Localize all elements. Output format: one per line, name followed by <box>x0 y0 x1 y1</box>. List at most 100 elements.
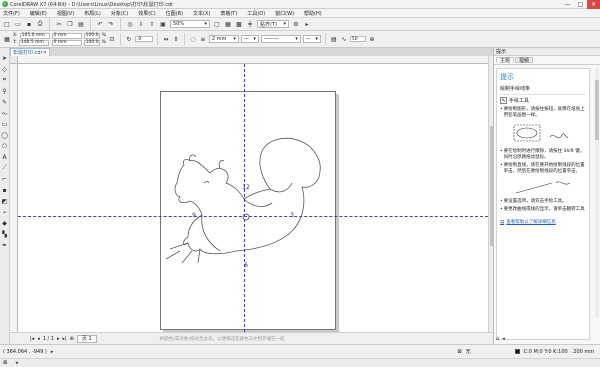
prev-page-icon[interactable]: ◂ <box>37 336 40 342</box>
drop-shadow-icon[interactable]: ▪ <box>1 186 9 194</box>
lock-ratio-icon[interactable]: ⊡ <box>108 35 116 43</box>
snap-to-select[interactable]: 贴齐(T) ▾ <box>257 20 289 28</box>
end-arrow-select[interactable]: — ▾ <box>302 35 321 43</box>
next-page-icon[interactable]: ▸ <box>57 336 60 342</box>
y-field[interactable]: 148.5 mm <box>18 39 49 46</box>
preset-icon[interactable]: ▦ <box>3 35 11 43</box>
save-icon[interactable]: ▪ <box>25 20 33 28</box>
menu-table[interactable]: 表格(T) <box>220 10 237 17</box>
connector-tool-icon[interactable]: ⌐ <box>1 175 9 183</box>
artistic-media-icon[interactable]: 〜 <box>1 109 9 118</box>
ruler-origin[interactable] <box>10 56 18 64</box>
menu-window[interactable]: 窗口(W) <box>275 10 294 17</box>
scale-y-field[interactable]: 100.0 <box>83 39 100 46</box>
horizontal-guideline[interactable] <box>18 216 488 217</box>
menu-tools[interactable]: 工具(O) <box>247 10 265 17</box>
last-page-icon[interactable]: ▸| <box>62 336 66 342</box>
vertical-ruler[interactable] <box>10 64 18 332</box>
transparency-icon[interactable]: ◩ <box>1 197 9 205</box>
page-tab-1[interactable]: 页 1 <box>76 334 97 343</box>
scale-x-field[interactable]: 100.0 <box>83 32 100 39</box>
horizontal-ruler[interactable] <box>18 56 488 64</box>
text-tool-icon[interactable]: A <box>1 153 9 161</box>
close-button[interactable]: ✕ <box>587 0 600 9</box>
undo-icon[interactable]: ↶ <box>96 20 104 28</box>
start-arrow-select[interactable]: — ▾ <box>240 35 259 43</box>
first-page-icon[interactable]: |◂ <box>30 336 34 342</box>
menu-edit[interactable]: 编辑(E) <box>30 10 47 17</box>
pick-tool-icon[interactable]: ➤ <box>1 54 9 62</box>
redo-icon[interactable]: ↷ <box>107 20 115 28</box>
close-curve-icon[interactable]: ◌ <box>189 35 197 43</box>
polygon-tool-icon[interactable]: ⬠ <box>1 142 9 150</box>
smoothing-field[interactable]: 50 <box>349 36 366 42</box>
outline-color-swatch[interactable] <box>514 349 520 354</box>
new-document-icon[interactable]: □ <box>3 20 11 28</box>
grid-icon[interactable]: ▩ <box>235 20 243 28</box>
paste-icon[interactable]: ▤ <box>77 20 85 28</box>
search-content-icon[interactable]: ◎ <box>126 20 134 28</box>
squirrel-drawing[interactable]: 12 9 3 6 <box>18 64 488 332</box>
close-tab-icon[interactable]: ✕ <box>43 50 47 56</box>
wrap-text-icon[interactable]: ▤ <box>330 35 338 43</box>
copy-icon[interactable]: ❐ <box>66 20 74 28</box>
rotation-icon[interactable]: ↻ <box>125 35 133 43</box>
back-icon[interactable]: ◂ <box>502 336 505 342</box>
tab-topics[interactable]: 主题 <box>496 57 515 64</box>
guidelines-icon[interactable]: ╪ <box>246 20 254 28</box>
add-page-icon[interactable]: ⊕ <box>70 336 74 342</box>
tab-videos[interactable]: 视频 <box>515 57 534 64</box>
width-field[interactable]: 0 mm <box>51 32 82 39</box>
freehand-tool-icon[interactable]: ✎ <box>1 98 9 106</box>
menu-view[interactable]: 视图(V) <box>57 10 74 17</box>
mirror-vertical-icon[interactable]: ⇕ <box>172 35 180 43</box>
minimize-button[interactable]: — <box>561 0 574 9</box>
palette-scroll-left-icon[interactable]: ◂ <box>15 360 18 366</box>
full-screen-icon[interactable]: ▢ <box>213 20 221 28</box>
x-field[interactable]: 105.0 mm <box>19 32 50 39</box>
rulers-icon[interactable]: ▦ <box>224 20 232 28</box>
docker-scrollbar[interactable] <box>595 68 599 318</box>
smart-fill-icon[interactable]: ▚ <box>1 230 9 238</box>
outline-width-select[interactable]: 2 mm ▾ <box>208 35 239 43</box>
interactive-fill-icon[interactable]: ◆ <box>1 219 9 227</box>
maximize-button[interactable]: □ <box>574 0 587 9</box>
eyedropper-icon[interactable]: ⌁ <box>1 208 9 216</box>
zoom-level-select[interactable]: 50% ▾ <box>170 20 210 28</box>
drawing-canvas[interactable]: 12 9 3 6 <box>18 64 488 332</box>
cut-icon[interactable]: ✂ <box>55 20 63 28</box>
menu-layout[interactable]: 布局(L) <box>84 10 101 17</box>
outline-width-icon[interactable]: ≡ <box>199 35 207 43</box>
shape-tool-icon[interactable]: ◇ <box>1 65 9 73</box>
open-icon[interactable]: ▭ <box>14 20 22 28</box>
menu-object[interactable]: 对象(C) <box>111 10 128 17</box>
menu-text[interactable]: 文本(X) <box>193 10 210 17</box>
print-icon[interactable]: ⎙ <box>36 20 44 28</box>
document-tab[interactable]: 松鼠打印.cdr ✕ <box>10 48 50 56</box>
menu-effects[interactable]: 效果(C) <box>138 10 155 17</box>
rectangle-tool-icon[interactable]: ▭ <box>1 120 9 128</box>
home-icon[interactable]: ⌂ <box>496 336 499 342</box>
no-color-swatch[interactable]: ⊠ <box>3 360 7 366</box>
ellipse-tool-icon[interactable]: ◯ <box>1 131 9 139</box>
vertical-guideline[interactable] <box>244 64 245 332</box>
line-style-select[interactable]: ——— ▾ <box>260 35 301 43</box>
angle-field[interactable]: .0 <box>134 36 153 42</box>
application-launcher-icon[interactable]: ▸ <box>303 20 311 28</box>
menu-bitmaps[interactable]: 位图(B) <box>166 10 183 17</box>
height-field[interactable]: 0 mm <box>51 39 82 46</box>
zoom-tool-icon[interactable]: ⚲ <box>1 87 9 95</box>
options-icon[interactable]: ⚙ <box>292 20 300 28</box>
parallel-dimension-icon[interactable]: ⟋ <box>1 164 9 172</box>
menu-help[interactable]: 帮助(H) <box>304 10 322 17</box>
import-icon[interactable]: ⇩ <box>137 20 145 28</box>
menu-file[interactable]: 文件(F) <box>3 10 20 17</box>
smoothing-icon[interactable]: ∿ <box>340 35 348 43</box>
mirror-horizontal-icon[interactable]: ⇹ <box>162 35 170 43</box>
fill-none-icon[interactable]: ⊠ <box>457 349 461 355</box>
quick-customize-icon[interactable]: ⊕ <box>368 35 376 43</box>
outline-pen-icon[interactable]: ✒ <box>1 241 9 249</box>
help-link[interactable]: ▤ 查看帮助以了解详细信息 <box>500 219 586 226</box>
play-icon[interactable]: ▸ <box>51 349 54 355</box>
crop-tool-icon[interactable]: ⌗ <box>1 76 9 84</box>
